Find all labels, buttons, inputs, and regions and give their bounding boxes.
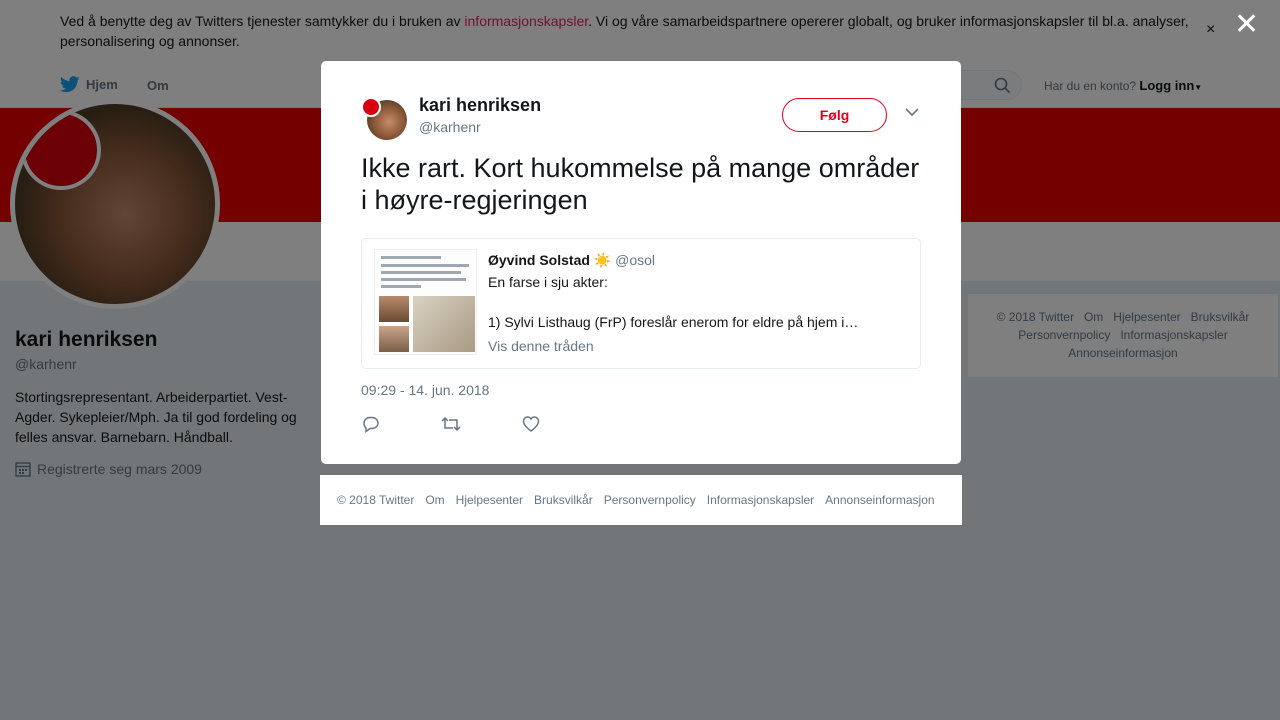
reply-icon — [363, 416, 379, 433]
like-button[interactable] — [521, 415, 601, 435]
tweet-actions — [361, 415, 601, 435]
retweet-button[interactable] — [441, 415, 521, 435]
reply-button[interactable] — [361, 415, 441, 435]
footer-link[interactable]: Hjelpesenter — [456, 493, 523, 507]
follow-button[interactable]: Følg — [782, 98, 887, 132]
tweet-text: Ikke rart. Kort hukommelse på mange områ… — [361, 153, 920, 215]
close-icon[interactable]: ✕ — [1234, 10, 1259, 40]
retweet-icon — [441, 416, 461, 432]
quoted-author-name: Øyvind Solstad — [488, 252, 590, 268]
like-icon — [522, 416, 540, 432]
quoted-tweet-line2: 1) Sylvi Listhaug (FrP) foreslår enerom … — [488, 314, 859, 330]
tweet-modal: kari henriksen @karhenr Følg Ikke rart. … — [321, 61, 961, 464]
tweet-timestamp[interactable]: 09:29 - 14. jun. 2018 — [361, 382, 489, 398]
footer-link[interactable]: Personvernpolicy — [604, 493, 696, 507]
footer-link[interactable]: Bruksvilkår — [534, 493, 593, 507]
footer-link[interactable]: Om — [425, 493, 444, 507]
footer-link[interactable]: Annonseinformasjon — [825, 493, 934, 507]
quoted-tweet-line1: En farse i sju akter: — [488, 274, 608, 290]
footer-link[interactable]: © 2018 Twitter — [337, 493, 414, 507]
quoted-tweet[interactable]: Øyvind Solstad ☀️ @osol En farse i sju a… — [361, 238, 921, 369]
chevron-down-icon[interactable] — [905, 107, 919, 117]
rose-logo-icon — [361, 97, 381, 117]
modal-footer: © 2018 Twitter Om Hjelpesenter Bruksvilk… — [320, 475, 962, 525]
sun-icon: ☀️ — [593, 252, 612, 268]
quoted-author-handle: @osol — [615, 252, 656, 268]
tweet-author-name[interactable]: kari henriksen — [419, 95, 541, 116]
footer-link[interactable]: Informasjonskapsler — [707, 493, 814, 507]
quoted-tweet-header: Øyvind Solstad ☀️ @osol — [488, 252, 655, 269]
quoted-tweet-thumbnail — [374, 249, 477, 355]
tweet-author-handle[interactable]: @karhenr — [419, 119, 481, 135]
tweet-avatar[interactable] — [361, 97, 407, 140]
show-thread-link[interactable]: Vis denne tråden — [488, 338, 594, 354]
